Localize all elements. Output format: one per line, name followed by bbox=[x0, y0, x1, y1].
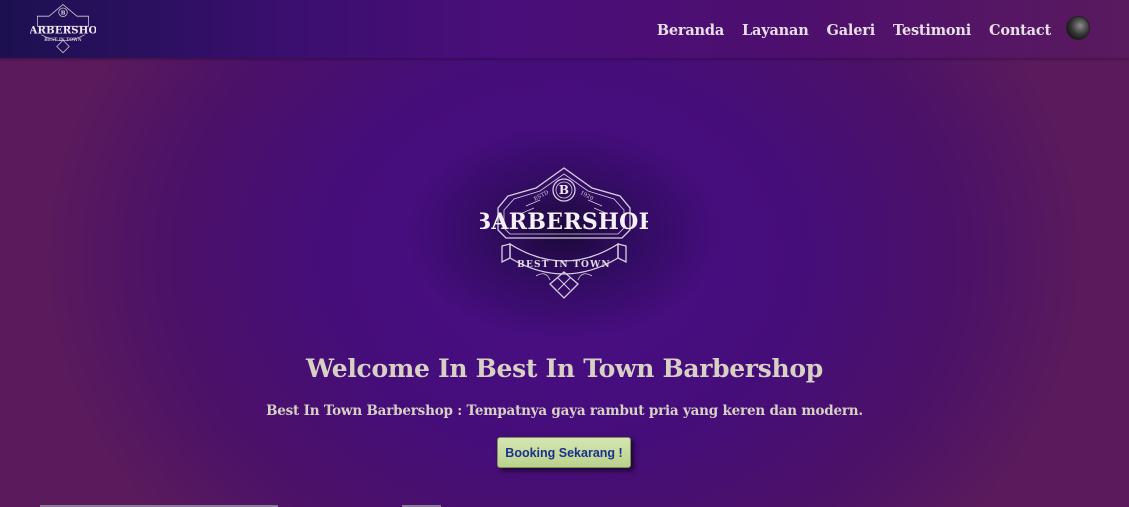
nav-links: Beranda Layanan Galeri Testimoni Contact bbox=[639, 22, 1051, 39]
svg-text:BARBERSHOP: BARBERSHOP bbox=[30, 25, 96, 36]
nav-link-beranda[interactable]: Beranda bbox=[657, 22, 724, 39]
svg-text:B: B bbox=[61, 10, 66, 16]
svg-text:B: B bbox=[559, 183, 569, 197]
avatar[interactable] bbox=[1066, 16, 1090, 40]
svg-text:BARBERSHOP: BARBERSHOP bbox=[480, 209, 648, 235]
booking-button[interactable]: Booking Sekarang ! bbox=[497, 437, 631, 468]
svg-text:BEST IN TOWN: BEST IN TOWN bbox=[517, 260, 611, 270]
hero-barbershop-logo: B ESTD 1920 BARBERSHOP BEST IN TOWN bbox=[480, 167, 648, 299]
hero-title: Welcome In Best In Town Barbershop bbox=[306, 354, 823, 383]
nav-link-galeri[interactable]: Galeri bbox=[827, 22, 876, 39]
svg-text:ESTD: ESTD bbox=[533, 189, 550, 202]
barbershop-logo[interactable]: B BARBERSHOP BEST IN TOWN bbox=[30, 3, 96, 55]
hero-subtitle: Best In Town Barbershop : Tempatnya gaya… bbox=[266, 403, 863, 419]
nav-link-testimoni[interactable]: Testimoni bbox=[893, 22, 971, 39]
svg-text:BEST IN TOWN: BEST IN TOWN bbox=[44, 38, 82, 43]
nav-link-contact[interactable]: Contact bbox=[989, 22, 1051, 39]
nav-link-layanan[interactable]: Layanan bbox=[742, 22, 809, 39]
hero-section: B ESTD 1920 BARBERSHOP BEST IN TOWN Welc… bbox=[0, 58, 1129, 507]
navbar: B BARBERSHOP BEST IN TOWN Beranda Layana… bbox=[0, 0, 1129, 58]
